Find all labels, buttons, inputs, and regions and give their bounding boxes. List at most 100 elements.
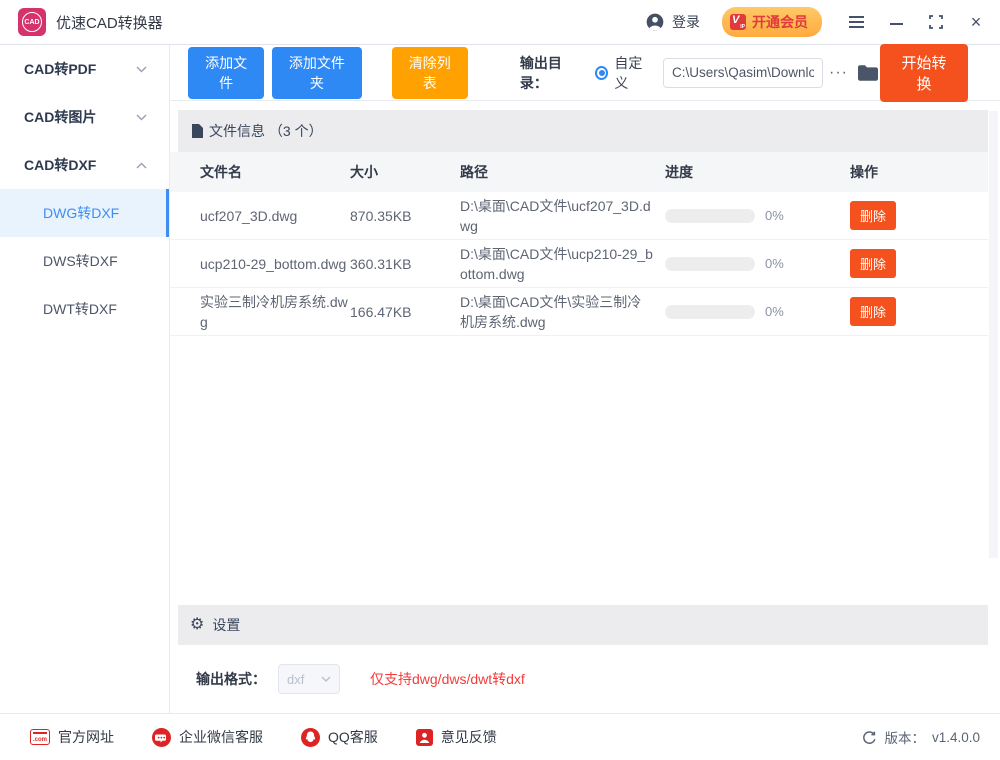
file-info-header: 文件信息 （3 个） (178, 110, 988, 152)
file-size: 166.47KB (350, 304, 460, 320)
version-value: v1.4.0.0 (932, 730, 980, 745)
delete-button[interactable]: 删除 (850, 201, 896, 230)
table-row: ucf207_3D.dwg 870.35KB D:\桌面\CAD文件\ucf20… (170, 192, 988, 240)
sidebar-group-label: CAD转图片 (24, 107, 96, 127)
header-size: 大小 (350, 162, 460, 182)
footer-link-label: 企业微信客服 (179, 727, 263, 747)
app-logo-text: CAD (22, 12, 42, 32)
sidebar-item-label: DWS转DXF (43, 251, 118, 271)
chevron-down-icon (136, 66, 147, 73)
clear-list-button[interactable]: 清除列表 (392, 47, 468, 99)
format-row: 输出格式： dxf 仅支持dwg/dws/dwt转dxf (170, 645, 1000, 713)
footer-link-label: 意见反馈 (441, 727, 497, 747)
progress-bar (665, 305, 755, 319)
sidebar-group-label: CAD转PDF (24, 59, 96, 79)
maximize-icon[interactable] (928, 14, 944, 30)
qq-support-link[interactable]: QQ客服 (301, 727, 378, 747)
main-panel: 添加文件 添加文件夹 清除列表 输出目录： 自定义 ··· 开始转换 (170, 45, 1000, 713)
menu-icon[interactable] (848, 14, 864, 30)
add-file-button[interactable]: 添加文件 (188, 47, 264, 99)
output-path-input[interactable] (663, 58, 823, 88)
official-website-link[interactable]: .com 官方网址 (30, 727, 114, 747)
file-path: D:\桌面\CAD文件\ucp210-29_bottom.dwg (460, 244, 665, 284)
radio-selected-icon (595, 66, 608, 80)
website-icon: .com (30, 729, 50, 745)
file-icon (192, 124, 203, 138)
add-folder-button[interactable]: 添加文件夹 (272, 47, 361, 99)
qq-icon (301, 728, 320, 747)
close-icon[interactable]: × (968, 14, 984, 30)
file-size: 360.31KB (350, 256, 460, 272)
minimize-icon[interactable] (888, 14, 904, 30)
com-label: .com (33, 736, 47, 744)
custom-dir-radio[interactable]: 自定义 (595, 53, 653, 93)
header-path: 路径 (460, 162, 665, 182)
format-select[interactable]: dxf (278, 664, 340, 694)
sidebar-item-dwg-to-dxf[interactable]: DWG转DXF (0, 189, 169, 237)
app-title: 优速CAD转换器 (56, 12, 163, 33)
file-name: ucf207_3D.dwg (170, 206, 350, 226)
table-header-row: 文件名 大小 路径 进度 操作 (170, 152, 988, 192)
sidebar-item-dwt-to-dxf[interactable]: DWT转DXF (0, 285, 169, 333)
footer: .com 官方网址 企业微信客服 QQ客服 (0, 713, 1000, 760)
vip-label: 开通会员 (752, 12, 808, 32)
sidebar-item-dws-to-dxf[interactable]: DWS转DXF (0, 237, 169, 285)
file-name: ucp210-29_bottom.dwg (170, 254, 350, 274)
user-avatar-icon (645, 12, 665, 32)
app-window: CAD 优速CAD转换器 登录 VIP (0, 0, 1000, 760)
file-path: D:\桌面\CAD文件\ucf207_3D.dwg (460, 196, 665, 236)
header-progress: 进度 (665, 162, 850, 182)
version-label: 版本： (884, 727, 925, 747)
header-filename: 文件名 (170, 162, 350, 182)
sidebar-group-cad-to-image[interactable]: CAD转图片 (0, 93, 169, 141)
gear-icon: ⚙ (190, 617, 204, 633)
open-folder-icon[interactable] (856, 63, 880, 83)
login-label: 登录 (672, 12, 700, 32)
footer-link-label: 官方网址 (58, 727, 114, 747)
chevron-up-icon (136, 162, 147, 169)
custom-dir-radio-label: 自定义 (614, 53, 653, 93)
file-size: 870.35KB (350, 208, 460, 224)
open-vip-button[interactable]: VIP 开通会员 (722, 7, 822, 37)
sidebar-group-label: CAD转DXF (24, 155, 96, 175)
start-convert-button[interactable]: 开始转换 (880, 44, 968, 102)
settings-header: ⚙ 设置 (178, 605, 988, 645)
table-row: 实验三制冷机房系统.dwg 166.47KB D:\桌面\CAD文件\实验三制冷… (170, 288, 988, 336)
delete-button[interactable]: 删除 (850, 297, 896, 326)
output-dir-label: 输出目录： (520, 53, 585, 93)
titlebar: CAD 优速CAD转换器 登录 VIP (0, 0, 1000, 45)
format-value: dxf (287, 672, 304, 687)
progress-percent: 0% (765, 304, 784, 319)
table-row: ucp210-29_bottom.dwg 360.31KB D:\桌面\CAD文… (170, 240, 988, 288)
sidebar-group-cad-to-pdf[interactable]: CAD转PDF (0, 45, 169, 93)
sidebar: CAD转PDF CAD转图片 CAD转DXF DWG转DXF (0, 45, 170, 713)
settings-title: 设置 (212, 615, 240, 635)
feedback-icon (416, 729, 433, 746)
update-refresh-icon[interactable] (862, 730, 877, 745)
wechat-icon (152, 728, 171, 747)
delete-button[interactable]: 删除 (850, 249, 896, 278)
wechat-support-link[interactable]: 企业微信客服 (152, 727, 263, 747)
output-format-label: 输出格式： (196, 669, 266, 689)
progress-percent: 0% (765, 208, 784, 223)
chevron-down-icon (321, 676, 331, 682)
progress-bar (665, 209, 755, 223)
file-info-title: 文件信息 （3 个） (209, 121, 323, 141)
file-table: 文件名 大小 路径 进度 操作 ucf207_3D.dwg 870.35KB D… (170, 152, 988, 336)
file-name: 实验三制冷机房系统.dwg (170, 292, 350, 332)
scrollbar-track[interactable] (989, 111, 998, 558)
chevron-down-icon (136, 114, 147, 121)
version-area: 版本： v1.4.0.0 (862, 727, 980, 747)
empty-area (170, 336, 1000, 605)
login-button[interactable]: 登录 (645, 12, 700, 32)
sidebar-group-cad-to-dxf[interactable]: CAD转DXF (0, 141, 169, 189)
progress-percent: 0% (765, 256, 784, 271)
footer-link-label: QQ客服 (328, 727, 378, 747)
sidebar-item-label: DWT转DXF (43, 299, 117, 319)
browse-more-button[interactable]: ··· (827, 60, 850, 86)
format-hint: 仅支持dwg/dws/dwt转dxf (370, 669, 525, 689)
vip-icon: VIP (730, 14, 746, 30)
progress-bar (665, 257, 755, 271)
feedback-link[interactable]: 意见反馈 (416, 727, 497, 747)
app-logo-icon: CAD (18, 8, 46, 36)
